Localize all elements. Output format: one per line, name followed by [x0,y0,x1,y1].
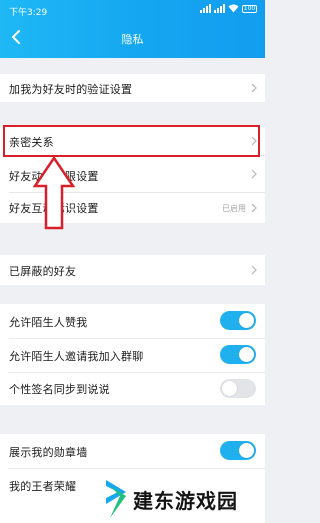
settings-group-blocked: 已屏蔽的好友 [0,255,265,285]
row-label: 展示我的勋章墙 [9,446,88,459]
battery-icon: 100 [242,4,257,13]
row-allow-stranger-group-invite[interactable]: 允许陌生人邀请我加入群聊 [0,338,265,372]
chevron-right-icon [251,265,257,275]
app-header: 下午3:29 100 隐私 [0,0,265,58]
toggle-knob [222,381,237,396]
row-label: 允许陌生人赞我 [9,316,88,329]
settings-group-strangers: 允许陌生人赞我 允许陌生人邀请我加入群聊 个性签名同步到说说 [0,304,265,405]
row-value: 已启用 [222,204,246,213]
row-sync-signature[interactable]: 个性签名同步到说说 [0,372,265,405]
row-friend-verification[interactable]: 加我为好友时的验证设置 [0,74,265,102]
toggle-allow-stranger-group-invite[interactable] [220,345,256,364]
row-label: 我的王者荣耀 [9,480,77,493]
up-arrow-annotation [33,156,75,230]
row-label: 允许陌生人邀请我加入群聊 [9,350,144,363]
row-show-medal-wall[interactable]: 展示我的勋章墙 [0,434,265,468]
row-blocked-friends[interactable]: 已屏蔽的好友 [0,255,265,285]
row-allow-stranger-likes[interactable]: 允许陌生人赞我 [0,304,265,338]
nav-bar: 隐私 [0,24,265,52]
row-label: 加我为好友时的验证设置 [9,83,133,96]
watermark-text: 建东游戏园 [133,489,238,513]
row-label: 个性签名同步到说说 [9,383,110,396]
highlight-box [3,125,260,157]
status-bar: 下午3:29 100 [0,0,265,20]
signal-icon-2 [214,4,225,13]
toggle-knob [239,347,254,362]
status-time: 下午3:29 [9,8,48,18]
status-icons: 100 [200,4,257,13]
toggle-show-medal-wall[interactable] [220,441,256,460]
chevron-right-icon [251,203,257,213]
toggle-sync-signature[interactable] [220,379,256,398]
chevron-right-icon [251,169,257,179]
row-label: 已屏蔽的好友 [9,265,77,278]
toggle-knob [239,443,254,458]
chevron-right-icon [251,83,257,93]
page-title: 隐私 [121,33,144,46]
wifi-icon [228,4,239,13]
signal-icon [200,4,211,13]
settings-group-verification: 加我为好友时的验证设置 [0,74,265,102]
toggle-allow-stranger-likes[interactable] [220,311,256,330]
toggle-knob [239,313,254,328]
